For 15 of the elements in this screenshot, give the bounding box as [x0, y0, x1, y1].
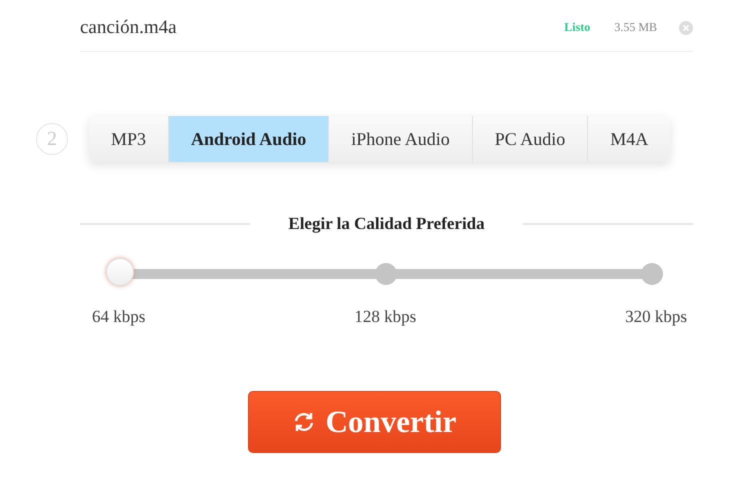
- slider-thumb[interactable]: [106, 258, 134, 286]
- quality-heading: Elegir la Calidad Preferida: [288, 214, 485, 234]
- close-icon[interactable]: [679, 20, 693, 34]
- format-tab[interactable]: M4A: [588, 116, 670, 162]
- bitrate-label: 64 kbps: [92, 307, 146, 327]
- file-size: 3.55 MB: [614, 20, 657, 35]
- status-label: Listo: [564, 20, 590, 35]
- slider-stop[interactable]: [641, 263, 663, 285]
- convert-button[interactable]: Convertir: [248, 391, 500, 453]
- format-tab[interactable]: Android Audio: [169, 116, 330, 162]
- bitrate-label: 320 kbps: [625, 307, 687, 327]
- bitrate-label: 128 kbps: [354, 307, 416, 327]
- format-tab[interactable]: PC Audio: [472, 116, 588, 162]
- format-tab[interactable]: iPhone Audio: [329, 116, 473, 162]
- file-name: canción.m4a: [80, 16, 178, 38]
